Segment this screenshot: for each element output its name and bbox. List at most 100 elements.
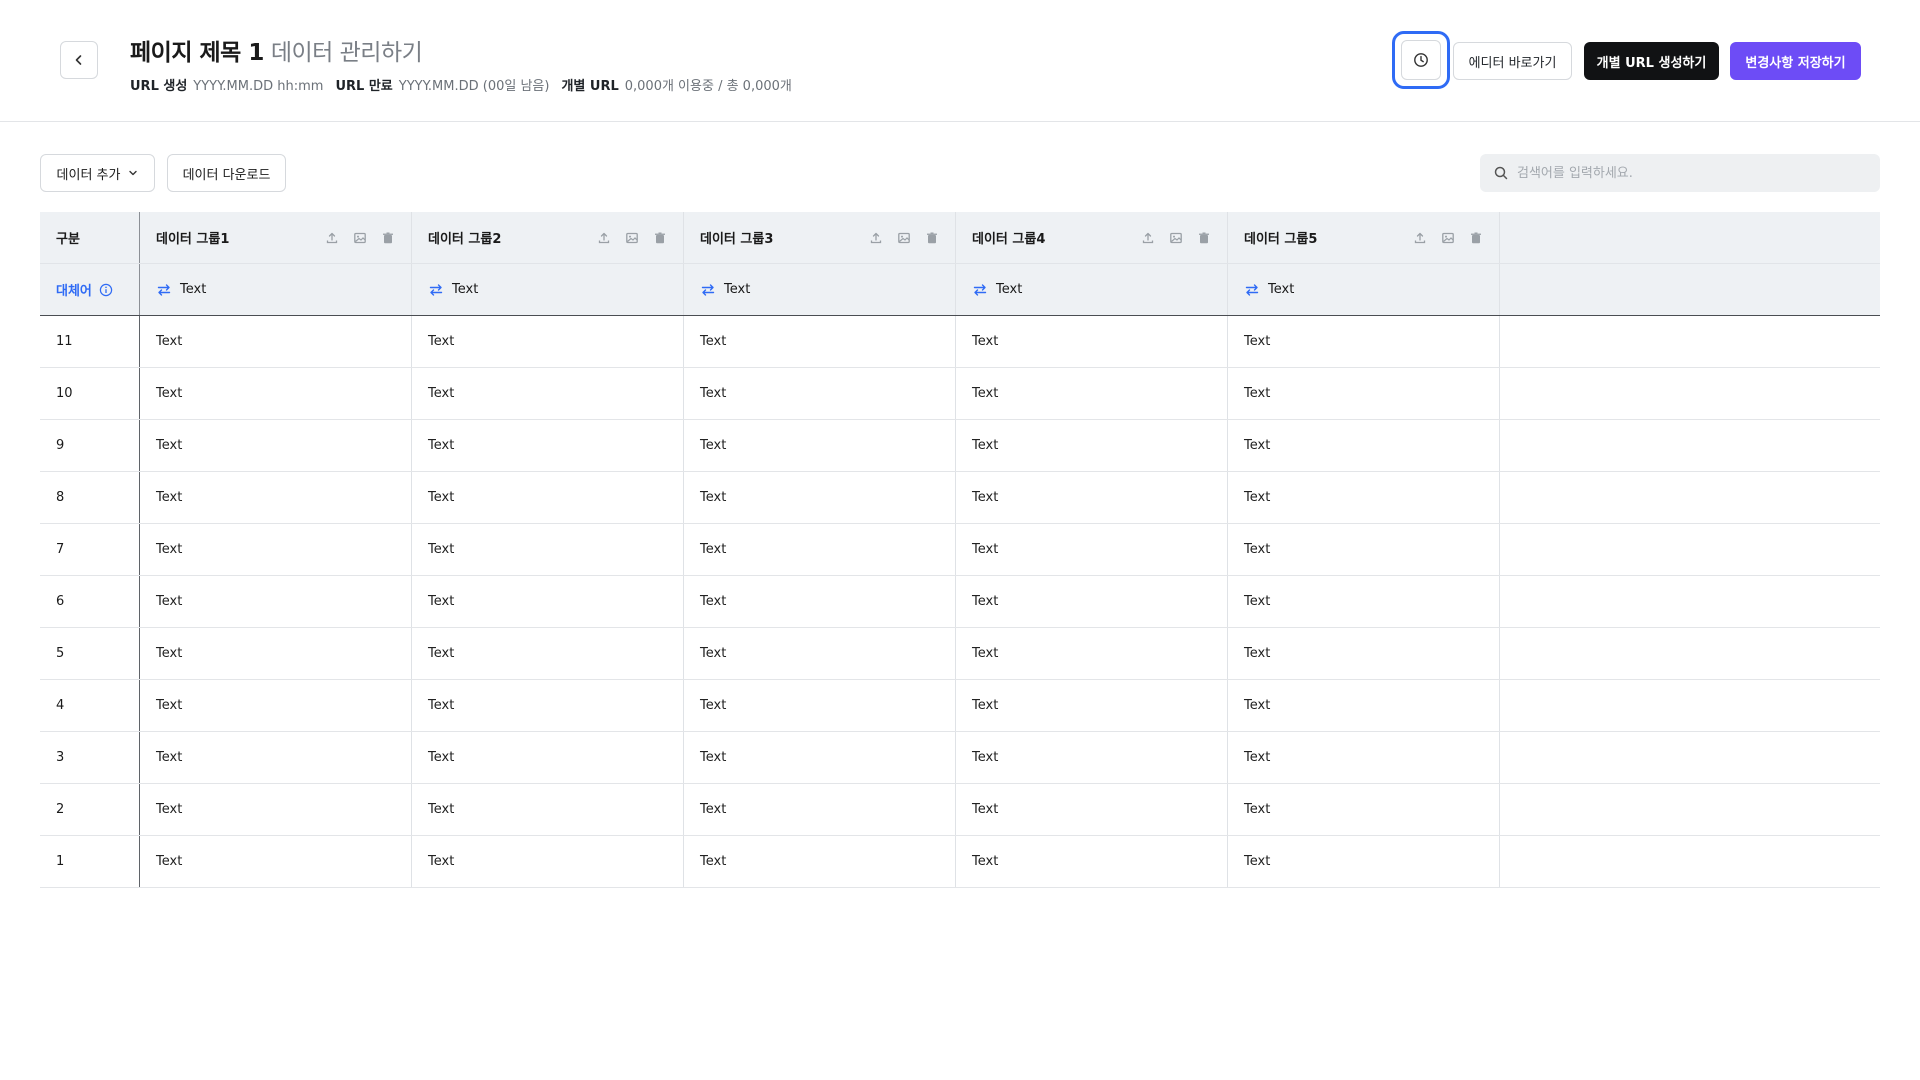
cell-value: Text (156, 750, 183, 765)
table-cell[interactable]: Text (412, 368, 684, 419)
table-cell[interactable]: Text (684, 368, 956, 419)
table-cell[interactable]: Text (956, 628, 1228, 679)
table-cell[interactable]: Text (1228, 524, 1500, 575)
table-cell[interactable]: Text (956, 420, 1228, 471)
table-cell[interactable]: Text (684, 784, 956, 835)
history-button[interactable] (1401, 40, 1441, 80)
upload-icon[interactable] (325, 231, 339, 245)
add-data-dropdown[interactable]: 데이터 추가 (40, 154, 155, 192)
table-cell[interactable]: Text (140, 628, 412, 679)
table-body: 11 Text Text Text Text Text 10 Text Text Text Text… (40, 316, 1880, 888)
alt-swap-toggle[interactable]: Text (1244, 282, 1294, 298)
upload-icon[interactable] (597, 231, 611, 245)
table-cell[interactable]: Text (956, 680, 1228, 731)
cell-value: Text (1244, 334, 1271, 349)
table-cell[interactable]: Text (1228, 420, 1500, 471)
row-spacer (1500, 316, 1880, 367)
create-url-button[interactable]: 개별 URL 생성하기 (1584, 42, 1719, 80)
table-cell[interactable]: Text (956, 524, 1228, 575)
table-cell[interactable]: Text (140, 420, 412, 471)
alt-swap-toggle[interactable]: Text (700, 282, 750, 298)
search-icon (1494, 166, 1508, 180)
cell-value: Text (428, 854, 455, 869)
alt-value-cell: Text (140, 264, 412, 315)
table-cell[interactable]: Text (684, 420, 956, 471)
table-cell[interactable]: Text (1228, 784, 1500, 835)
table-cell[interactable]: Text (140, 732, 412, 783)
table-cell[interactable]: Text (684, 472, 956, 523)
table-cell[interactable]: Text (412, 680, 684, 731)
table-cell[interactable]: Text (140, 524, 412, 575)
table-cell[interactable]: Text (684, 576, 956, 627)
table-cell[interactable]: Text (140, 576, 412, 627)
upload-icon[interactable] (869, 231, 883, 245)
table-cell[interactable]: Text (140, 836, 412, 887)
row-spacer (1500, 732, 1880, 783)
table-cell[interactable]: Text (1228, 316, 1500, 367)
image-icon[interactable] (1169, 231, 1183, 245)
table-row: 5 Text Text Text Text Text (40, 628, 1880, 680)
upload-icon[interactable] (1141, 231, 1155, 245)
alt-swap-toggle[interactable]: Text (428, 282, 478, 298)
row-id-cell: 6 (40, 576, 140, 627)
alt-swap-toggle[interactable]: Text (156, 282, 206, 298)
table-cell[interactable]: Text (1228, 472, 1500, 523)
image-icon[interactable] (1441, 231, 1455, 245)
trash-icon[interactable] (925, 231, 939, 245)
table-cell[interactable]: Text (412, 472, 684, 523)
table-cell[interactable]: Text (1228, 836, 1500, 887)
save-changes-button[interactable]: 변경사항 저장하기 (1730, 42, 1861, 80)
image-icon[interactable] (625, 231, 639, 245)
table-cell[interactable]: Text (956, 368, 1228, 419)
trash-icon[interactable] (1469, 231, 1483, 245)
cell-value: Text (428, 646, 455, 661)
table-cell[interactable]: Text (412, 524, 684, 575)
trash-icon[interactable] (1197, 231, 1211, 245)
table-cell[interactable]: Text (140, 472, 412, 523)
table-cell[interactable]: Text (1228, 680, 1500, 731)
table-cell[interactable]: Text (956, 732, 1228, 783)
table-cell[interactable]: Text (1228, 368, 1500, 419)
table-cell[interactable]: Text (956, 472, 1228, 523)
alt-swap-toggle[interactable]: Text (972, 282, 1022, 298)
table-cell[interactable]: Text (684, 680, 956, 731)
table-cell[interactable]: Text (956, 836, 1228, 887)
download-data-button[interactable]: 데이터 다운로드 (167, 154, 286, 192)
table-cell[interactable]: Text (140, 316, 412, 367)
table-cell[interactable]: Text (684, 836, 956, 887)
upload-icon[interactable] (1413, 231, 1427, 245)
table-cell[interactable]: Text (1228, 576, 1500, 627)
table-cell[interactable]: Text (412, 420, 684, 471)
table-cell[interactable]: Text (684, 316, 956, 367)
go-to-editor-button[interactable]: 에디터 바로가기 (1453, 42, 1572, 80)
table-cell[interactable]: Text (140, 368, 412, 419)
table-cell[interactable]: Text (1228, 732, 1500, 783)
table-cell[interactable]: Text (956, 784, 1228, 835)
table-cell[interactable]: Text (412, 732, 684, 783)
table-cell[interactable]: Text (684, 732, 956, 783)
info-icon[interactable] (99, 283, 113, 297)
table-cell[interactable]: Text (412, 576, 684, 627)
cell-value: Text (428, 438, 455, 453)
table-cell[interactable]: Text (140, 680, 412, 731)
image-icon[interactable] (897, 231, 911, 245)
table-cell[interactable]: Text (412, 628, 684, 679)
table-row: 7 Text Text Text Text Text (40, 524, 1880, 576)
table-cell[interactable]: Text (956, 316, 1228, 367)
table-cell[interactable]: Text (140, 784, 412, 835)
table-cell[interactable]: Text (1228, 628, 1500, 679)
table-cell[interactable]: Text (684, 524, 956, 575)
table-cell[interactable]: Text (412, 836, 684, 887)
trash-icon[interactable] (381, 231, 395, 245)
trash-icon[interactable] (653, 231, 667, 245)
search-input[interactable] (1517, 165, 1857, 181)
row-id-cell: 9 (40, 420, 140, 471)
meta-url-created: URL 생성 YYYY.MM.DD hh:mm (130, 79, 324, 94)
table-cell[interactable]: Text (412, 316, 684, 367)
table-cell[interactable]: Text (956, 576, 1228, 627)
row-id-cell: 1 (40, 836, 140, 887)
back-button[interactable] (60, 41, 98, 79)
image-icon[interactable] (353, 231, 367, 245)
table-cell[interactable]: Text (684, 628, 956, 679)
table-cell[interactable]: Text (412, 784, 684, 835)
